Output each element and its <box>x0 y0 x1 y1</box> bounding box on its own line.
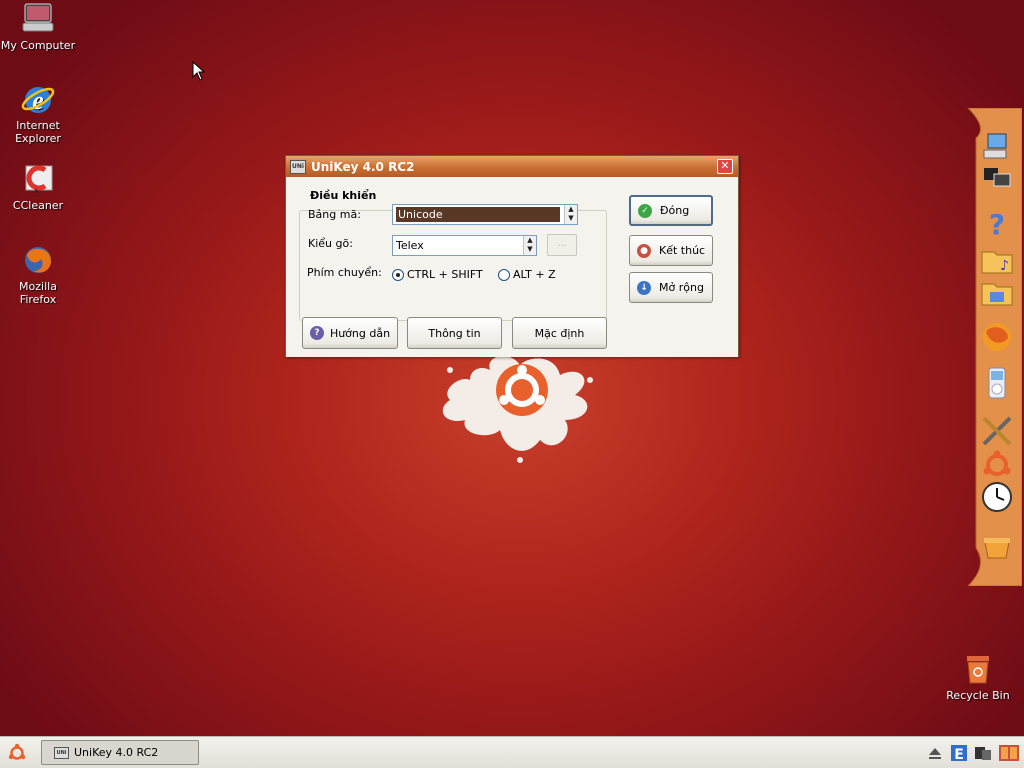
dock-network-icon[interactable] <box>980 130 1014 164</box>
svg-text:♪: ♪ <box>1000 258 1009 274</box>
radio-selected-icon <box>392 268 404 281</box>
exit-button[interactable]: ● Kết thúc <box>629 235 713 266</box>
dock-tools-icon[interactable] <box>980 414 1014 448</box>
close-dialog-button[interactable]: ✓ Đóng <box>629 195 713 226</box>
dock-panel: ? ♪ <box>958 108 1022 586</box>
dock-ipod-icon[interactable] <box>980 366 1014 400</box>
control-group-title: Điều khiển <box>308 189 379 202</box>
desktop-icon-label: Mozilla Firefox <box>19 280 57 306</box>
spin-arrows-icon[interactable]: ▲ ▼ <box>523 236 536 255</box>
checkmark-icon: ✓ <box>638 203 652 218</box>
switch-radio-alt-z[interactable]: ALT + Z <box>498 268 556 281</box>
language-tray-icon[interactable] <box>974 744 992 762</box>
window-body: Điều khiển Bảng mã: Unicode ▲ ▼ Kiểu gõ: … <box>286 177 738 357</box>
system-tray: E <box>926 744 1019 763</box>
charset-select[interactable]: Unicode ▲ ▼ <box>392 204 578 225</box>
ubuntu-splash-logo <box>442 355 593 463</box>
input-method-label: Kiểu gõ: <box>308 237 353 250</box>
window-close-button[interactable]: ✕ <box>717 159 733 174</box>
button-label: Thông tin <box>428 326 481 340</box>
charset-value: Unicode <box>396 207 560 222</box>
button-label: Mở rộng <box>659 281 704 294</box>
dock-help-icon[interactable]: ? <box>980 206 1014 241</box>
computer-icon <box>21 2 55 36</box>
info-button[interactable]: Thông tin <box>407 317 502 349</box>
button-label: Mặc định <box>534 326 585 340</box>
unikey-tray-icon[interactable]: E <box>950 744 968 763</box>
input-method-value: Telex <box>396 239 424 252</box>
ubuntu-start-icon[interactable] <box>7 743 27 763</box>
radio-label: CTRL + SHIFT <box>407 268 483 281</box>
desktop-icon-firefox[interactable]: Mozilla Firefox <box>0 243 76 306</box>
desktop-icon-recycle-bin[interactable]: Recycle Bin <box>940 652 1016 702</box>
help-icon: ? <box>309 326 324 340</box>
dock-trash-icon[interactable] <box>980 530 1014 564</box>
desktop-icon-internet-explorer[interactable]: e Internet Explorer <box>0 82 76 145</box>
dock-music-folder-icon[interactable]: ♪ <box>980 244 1014 278</box>
button-label: Hướng dẫn <box>329 326 391 340</box>
default-button[interactable]: Mặc định <box>512 317 607 349</box>
recycle-bin-icon <box>961 652 995 686</box>
eject-icon[interactable] <box>926 744 944 762</box>
firefox-icon <box>21 243 55 277</box>
input-method-more-button[interactable]: ... <box>547 234 577 256</box>
dock-ubuntu-icon[interactable] <box>980 448 1014 482</box>
down-arrow-icon: ↓ <box>637 280 651 295</box>
desktop-icon-ccleaner[interactable]: CCleaner <box>0 162 76 212</box>
taskbar-unikey-button[interactable]: UNi UniKey 4.0 RC2 <box>41 740 199 765</box>
desktop-icon-my-computer[interactable]: My Computer <box>0 2 76 52</box>
dock-firefox-icon[interactable] <box>980 320 1014 354</box>
window-titlebar[interactable]: UNi UniKey 4.0 RC2 ✕ <box>286 156 738 177</box>
desktop-icon-label: Internet <box>16 119 60 132</box>
spin-arrows-icon[interactable]: ▲ ▼ <box>564 205 577 224</box>
window-title: UniKey 4.0 RC2 <box>311 159 415 174</box>
dock-pictures-folder-icon[interactable] <box>980 276 1014 310</box>
dock-clock-icon[interactable] <box>980 480 1014 514</box>
svg-text:E: E <box>954 747 964 762</box>
desktop-icon-label: Recycle Bin <box>946 689 1010 702</box>
button-label: Kết thúc <box>659 244 706 257</box>
button-label: Đóng <box>660 204 690 217</box>
unikey-window: UNi UniKey 4.0 RC2 ✕ Điều khiển Bảng mã:… <box>285 155 739 357</box>
unikey-app-icon: UNi <box>290 159 306 174</box>
charset-label: Bảng mã: <box>308 208 361 221</box>
desktop-icon-label: CCleaner <box>12 199 64 212</box>
internet-explorer-icon: e <box>21 82 55 116</box>
taskbar-button-label: UniKey 4.0 RC2 <box>74 746 159 759</box>
ccleaner-icon <box>21 162 55 196</box>
svg-text:?: ? <box>989 208 1005 240</box>
help-button[interactable]: ? Hướng dẫn <box>302 317 398 349</box>
unikey-app-icon: UNi <box>54 746 69 759</box>
switch-key-label: Phím chuyển: <box>307 266 382 279</box>
expand-button[interactable]: ↓ Mở rộng <box>629 272 713 303</box>
clock-tray-icon[interactable] <box>998 744 1019 762</box>
desktop-icon-label: Explorer <box>15 132 61 145</box>
stop-icon: ● <box>637 243 651 258</box>
desktop-icon-label: My Computer <box>0 39 76 52</box>
radio-label: ALT + Z <box>513 268 556 281</box>
input-method-select[interactable]: Telex ▲ ▼ <box>392 235 537 256</box>
mouse-cursor-icon <box>192 61 206 81</box>
taskbar: UNi UniKey 4.0 RC2 E <box>0 736 1024 768</box>
dock-desktop-icon[interactable] <box>980 160 1014 194</box>
radio-unselected-icon <box>498 268 510 281</box>
switch-radio-ctrl-shift[interactable]: CTRL + SHIFT <box>392 268 483 281</box>
